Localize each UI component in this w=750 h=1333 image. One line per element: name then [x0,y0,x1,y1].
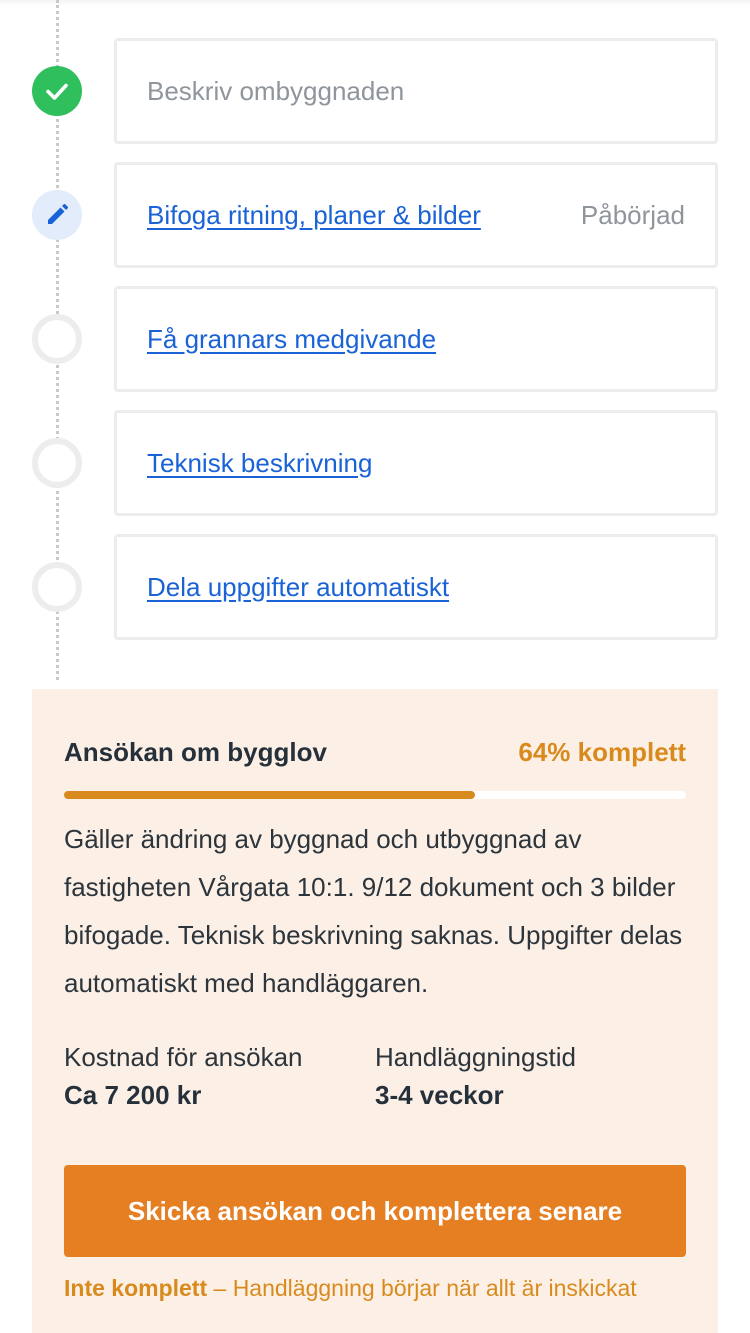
step-link[interactable]: Teknisk beskrivning [147,448,372,479]
step-link[interactable]: Få grannars medgivande [147,324,436,355]
note-text: – Handläggning börjar när allt är inskic… [207,1275,637,1301]
step-link[interactable]: Dela uppgifter automatiskt [147,572,449,603]
check-icon [46,83,68,100]
step-card[interactable]: Bifoga ritning, planer & bilder Påbörjad [114,162,718,268]
empty-circle-icon [32,438,82,488]
progress-fill [64,791,475,799]
summary-description: Gäller ändring av byggnad och utbyggnad … [64,824,683,998]
incomplete-note: Inte komplett – Handläggning börjar när … [64,1275,698,1302]
submit-application-button[interactable]: Skicka ansökan och komplettera senare [64,1165,686,1257]
cost-value: Ca 7 200 kr [64,1080,202,1110]
step-status: Påbörjad [580,199,685,230]
application-summary: Ansökan om bygglov 64% komplett Gäller ä… [32,689,718,1333]
step-card[interactable]: Få grannars medgivande [114,286,718,392]
progress-bar [64,791,686,799]
step-neighbours: Få grannars medgivande [0,286,750,392]
processing-time-label: Handläggningstid [375,1042,576,1072]
step-card[interactable]: Teknisk beskrivning [114,410,718,516]
step-card[interactable]: Beskriv ombyggnaden [114,38,718,144]
empty-circle-icon [32,562,82,612]
step-done-marker [32,66,82,116]
step-technical: Teknisk beskrivning [0,410,750,516]
cost-label: Kostnad för ansökan [64,1042,303,1072]
step-attach: Bifoga ritning, planer & bilder Påbörjad [0,162,750,268]
step-link[interactable]: Bifoga ritning, planer & bilder [147,200,481,231]
application-page: Beskriv ombyggnaden Bifoga ritning, plan… [0,0,750,1333]
note-strong: Inte komplett [64,1275,208,1301]
summary-facts: Kostnad för ansökan Ca 7 200 kr Handlägg… [64,1039,686,1115]
completion-percent: 64% komplett [518,737,686,767]
top-shadow [0,0,750,6]
step-title: Beskriv ombyggnaden [147,75,405,106]
cost-fact: Kostnad för ansökan Ca 7 200 kr [64,1039,375,1115]
step-describe: Beskriv ombyggnaden [0,38,750,144]
pencil-icon [48,204,68,224]
step-share: Dela uppgifter automatiskt [0,534,750,640]
summary-title: Ansökan om bygglov [64,737,327,767]
processing-time-value: 3-4 veckor [375,1080,504,1110]
step-card[interactable]: Dela uppgifter automatiskt [114,534,718,640]
step-active-marker [32,190,82,240]
empty-circle-icon [32,314,82,364]
summary-header: Ansökan om bygglov 64% komplett [64,737,686,768]
time-fact: Handläggningstid 3-4 veckor [375,1039,686,1115]
